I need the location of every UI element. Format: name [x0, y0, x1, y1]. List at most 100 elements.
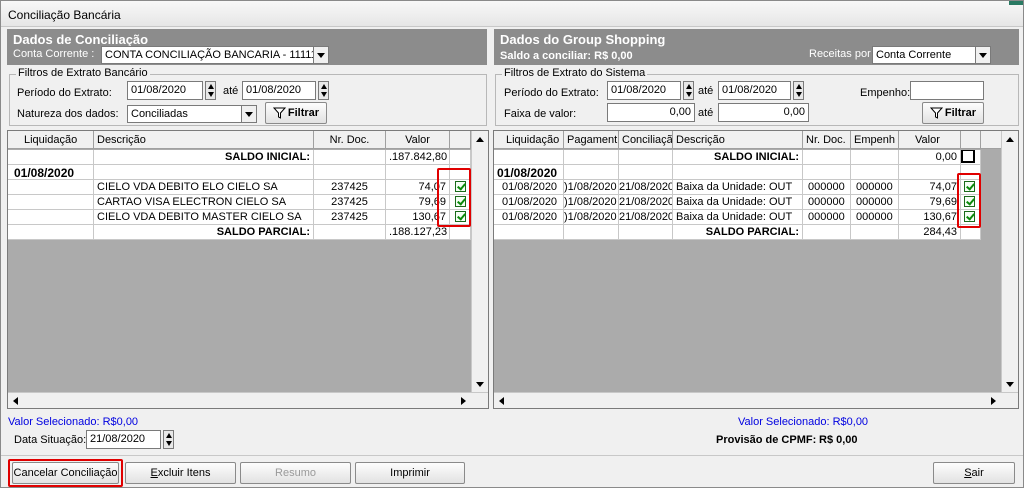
row-liquidacao: 01/08/2020	[494, 180, 564, 195]
row-nr-doc: 000000	[803, 210, 851, 225]
title-bar: Conciliação Bancária	[1, 1, 1023, 27]
sair-button[interactable]: Sair	[933, 462, 1015, 484]
left-periodo-de-input[interactable]: 01/08/2020	[127, 81, 203, 100]
col-valor[interactable]: Valor	[899, 131, 961, 149]
chevron-down-icon[interactable]	[975, 47, 990, 63]
col-nr-doc[interactable]: Nr. Doc.	[803, 131, 851, 149]
col-pagamento[interactable]: Pagament	[564, 131, 619, 149]
row-empenho: 000000	[851, 210, 899, 225]
table-row[interactable]: SALDO INICIAL: 0,00	[494, 150, 981, 165]
data-situacao-input[interactable]: 21/08/2020	[86, 430, 161, 449]
col-liquidacao[interactable]: Liquidação	[494, 131, 564, 149]
faixa-ate-input[interactable]: 0,00	[718, 103, 809, 122]
cancelar-highlight	[8, 459, 123, 487]
table-row[interactable]: 01/08/2020	[494, 165, 981, 180]
sair-mnemonic: S	[964, 467, 972, 479]
table-row[interactable]: 01/08/2020 )1/08/2020 21/08/2020 Baixa d…	[494, 210, 981, 225]
left-periodo-ate-spin-icon[interactable]	[318, 81, 329, 100]
row-descricao: CARTAO VISA ELECTRON CIELO SA	[94, 195, 314, 210]
left-periodo-ate-input[interactable]: 01/08/2020	[242, 81, 316, 100]
table-row[interactable]: SALDO PARCIAL: .188.127,23	[8, 225, 471, 240]
scroll-left-icon[interactable]	[499, 397, 504, 405]
empenho-input[interactable]	[910, 81, 984, 100]
right-vertical-scrollbar[interactable]	[1001, 131, 1018, 392]
left-filter-title: Filtros de Extrato Bancário	[16, 67, 150, 79]
right-ate-label: até	[698, 85, 714, 97]
table-row[interactable]: CIELO VDA DEBITO MASTER CIELO SA 237425 …	[8, 210, 471, 225]
date-group-label: 01/08/2020	[8, 165, 94, 180]
row-descricao: Baixa da Unidade: OUT	[673, 195, 803, 210]
date-group-label: 01/08/2020	[494, 165, 564, 180]
table-row[interactable]: 01/08/2020	[8, 165, 471, 180]
resumo-button[interactable]: Resumo	[240, 462, 351, 484]
receitas-label: Receitas por	[809, 48, 871, 60]
col-valor[interactable]: Valor	[386, 131, 450, 149]
data-situacao-spin-icon[interactable]	[163, 430, 174, 449]
natureza-select[interactable]: Conciliadas	[127, 105, 257, 123]
row-valor: 79,69	[899, 195, 961, 210]
table-row[interactable]: CIELO VDA DEBITO ELO CIELO SA 237425 74,…	[8, 180, 471, 195]
faixa-de-input[interactable]: 0,00	[607, 103, 695, 122]
conta-corrente-select[interactable]: CONTA CONCILIAÇÃO BANCARIA - 11111	[101, 46, 329, 64]
left-periodo-de-spin-icon[interactable]	[205, 81, 216, 100]
row-conciliacao: 21/08/2020	[619, 180, 673, 195]
conciliacao-window: Conciliação Bancária Dados de Conciliaçã…	[0, 0, 1024, 488]
checkbox-empty-icon[interactable]	[961, 150, 975, 163]
right-system-grid[interactable]: Liquidação Pagament Conciliaçã Descrição…	[493, 130, 1019, 409]
row-nr-doc: 237425	[314, 195, 386, 210]
right-periodo-ate-spin-icon[interactable]	[793, 81, 804, 100]
right-periodo-ate-input[interactable]: 01/08/2020	[718, 81, 791, 100]
row-nr-doc: 237425	[314, 210, 386, 225]
scroll-up-icon[interactable]	[476, 137, 484, 142]
col-conciliacao[interactable]: Conciliaçã	[619, 131, 673, 149]
table-row[interactable]: 01/08/2020 )1/08/2020 21/08/2020 Baixa d…	[494, 195, 981, 210]
natureza-value: Conciliadas	[131, 108, 188, 120]
row-nr-doc: 000000	[803, 195, 851, 210]
table-row[interactable]: SALDO INICIAL: .187.842,80	[8, 150, 471, 165]
left-filtrar-button[interactable]: Filtrar	[265, 102, 327, 124]
receitas-value: Conta Corrente	[876, 49, 952, 61]
row-valor: 74,07	[899, 180, 961, 195]
scroll-down-icon[interactable]	[1006, 382, 1014, 387]
col-descricao[interactable]: Descrição	[94, 131, 314, 149]
table-row[interactable]: 01/08/2020 )1/08/2020 21/08/2020 Baixa d…	[494, 180, 981, 195]
col-liquidacao[interactable]: Liquidação	[8, 131, 94, 149]
sair-label: air	[971, 467, 984, 479]
faixa-valor-label: Faixa de valor:	[504, 108, 577, 120]
row-liquidacao: 01/08/2020	[494, 195, 564, 210]
scroll-right-icon[interactable]	[461, 397, 466, 405]
chevron-down-icon[interactable]	[313, 47, 328, 63]
right-horizontal-scrollbar[interactable]	[494, 392, 1018, 408]
scroll-up-icon[interactable]	[1006, 137, 1014, 142]
row-liquidacao: 01/08/2020	[494, 210, 564, 225]
right-filtrar-button[interactable]: Filtrar	[922, 102, 984, 124]
corner-accent	[1009, 1, 1023, 5]
scroll-left-icon[interactable]	[13, 397, 18, 405]
excluir-itens-button[interactable]: Excluir Itens	[125, 462, 236, 484]
col-descricao[interactable]: Descrição	[673, 131, 803, 149]
right-periodo-de-input[interactable]: 01/08/2020	[607, 81, 681, 100]
chevron-down-icon[interactable]	[241, 106, 256, 122]
left-statement-grid[interactable]: Liquidação Descrição Nr. Doc. Valor SALD…	[7, 130, 489, 409]
imprimir-button[interactable]: Imprimir	[355, 462, 465, 484]
saldo-parcial-value: 284,43	[899, 225, 961, 240]
data-situacao-label: Data Situação:	[14, 434, 87, 446]
table-row[interactable]: SALDO PARCIAL: 284,43	[494, 225, 981, 240]
row-pagamento: )1/08/2020	[564, 210, 619, 225]
col-nr-doc[interactable]: Nr. Doc.	[314, 131, 386, 149]
table-row[interactable]: CARTAO VISA ELECTRON CIELO SA 237425 79,…	[8, 195, 471, 210]
row-descricao: Baixa da Unidade: OUT	[673, 180, 803, 195]
left-vertical-scrollbar[interactable]	[471, 131, 488, 392]
scroll-down-icon[interactable]	[476, 382, 484, 387]
left-horizontal-scrollbar[interactable]	[8, 392, 488, 408]
scroll-right-icon[interactable]	[991, 397, 996, 405]
saldo-inicial-value: .187.842,80	[386, 150, 450, 165]
right-periodo-de-spin-icon[interactable]	[683, 81, 694, 100]
col-empenho[interactable]: Empenh	[851, 131, 899, 149]
left-check-highlight	[437, 168, 471, 227]
col-check	[961, 131, 981, 149]
receitas-select[interactable]: Conta Corrente	[872, 46, 991, 64]
faixa-ate-label: até	[698, 107, 714, 119]
saldo-parcial-value: .188.127,23	[386, 225, 450, 240]
left-panel-title: Dados de Conciliação	[13, 32, 149, 47]
